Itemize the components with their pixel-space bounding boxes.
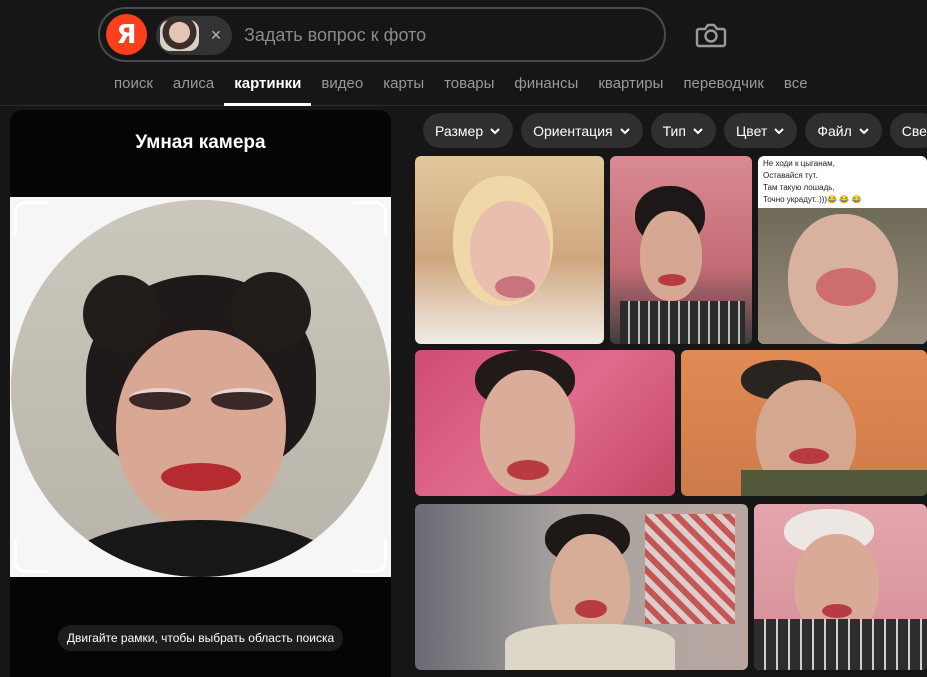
image-query-chip[interactable]: × (156, 16, 232, 55)
query-image-thumbnail (160, 20, 199, 51)
panel-title: Умная камера (135, 132, 266, 153)
result-image[interactable] (610, 156, 752, 344)
yandex-logo[interactable]: Я (106, 14, 147, 55)
close-icon[interactable]: × (206, 24, 226, 46)
filter-label: Све (901, 122, 927, 139)
service-tabs: поиск алиса картинки видео карты товары … (104, 72, 818, 106)
filter-color[interactable]: Цвет (723, 113, 798, 148)
crop-hint: Двигайте рамки, чтобы выбрать область по… (58, 625, 343, 651)
result-image[interactable] (681, 350, 927, 496)
tab-apartments[interactable]: квартиры (588, 72, 673, 106)
filter-label: Размер (435, 122, 484, 139)
chevron-down-icon (774, 127, 785, 134)
result-image-meme[interactable]: Не ходи к цыганам, Оставайся тут. Там та… (758, 156, 927, 344)
tab-all[interactable]: все (774, 72, 818, 106)
filter-size[interactable]: Размер (423, 113, 514, 148)
camera-icon[interactable] (694, 19, 728, 51)
filter-freshness[interactable]: Све (889, 113, 927, 148)
image-results-grid: Не ходи к цыганам, Оставайся тут. Там та… (415, 156, 927, 677)
tab-translator[interactable]: переводчик (673, 72, 773, 106)
meme-text-line: Точно украдут..)))😂 😂 😂 (763, 195, 862, 204)
chevron-down-icon (619, 127, 630, 134)
meme-text-line: Там такую лошадь, (763, 183, 835, 192)
crop-handle-top-left[interactable] (14, 201, 48, 235)
filter-orientation[interactable]: Ориентация (521, 113, 643, 148)
tab-products[interactable]: товары (434, 72, 504, 106)
search-box[interactable]: Я × (98, 7, 666, 62)
crop-handle-bottom-right[interactable] (353, 539, 387, 573)
search-input[interactable] (244, 23, 644, 47)
result-image[interactable] (415, 156, 604, 344)
crop-area[interactable] (10, 197, 391, 577)
tab-maps[interactable]: карты (373, 72, 434, 106)
filter-type[interactable]: Тип (650, 113, 716, 148)
results-panel: Размер Ориентация Тип Цвет Файл Све Не х… (403, 106, 927, 677)
filter-label: Ориентация (533, 122, 613, 139)
filter-label: Тип (662, 122, 686, 139)
header: Я × поиск алиса картинки видео карты тов… (0, 0, 927, 106)
tab-alisa[interactable]: алиса (163, 72, 224, 106)
meme-text-line: Оставайся тут. (763, 171, 818, 180)
filter-file[interactable]: Файл (805, 113, 882, 148)
chevron-down-icon (490, 127, 500, 134)
filter-label: Цвет (735, 122, 768, 139)
chevron-down-icon (859, 127, 869, 134)
filter-bar: Размер Ориентация Тип Цвет Файл Све (423, 113, 927, 148)
tab-video[interactable]: видео (311, 72, 373, 106)
meme-text-line: Не ходи к цыганам, (763, 159, 835, 168)
filter-label: Файл (817, 122, 852, 139)
chevron-down-icon (693, 127, 703, 134)
crop-handle-bottom-left[interactable] (14, 539, 48, 573)
result-image[interactable] (415, 504, 748, 670)
tab-finance[interactable]: финансы (504, 72, 588, 106)
result-image[interactable] (415, 350, 675, 496)
smart-camera-panel: Умная камера Двигайте рамки, чтобы выбра… (10, 110, 391, 677)
tab-search[interactable]: поиск (104, 72, 163, 106)
crop-handle-top-right[interactable] (353, 201, 387, 235)
query-photo (11, 200, 390, 577)
result-image[interactable] (754, 504, 927, 670)
tab-images[interactable]: картинки (224, 72, 312, 106)
